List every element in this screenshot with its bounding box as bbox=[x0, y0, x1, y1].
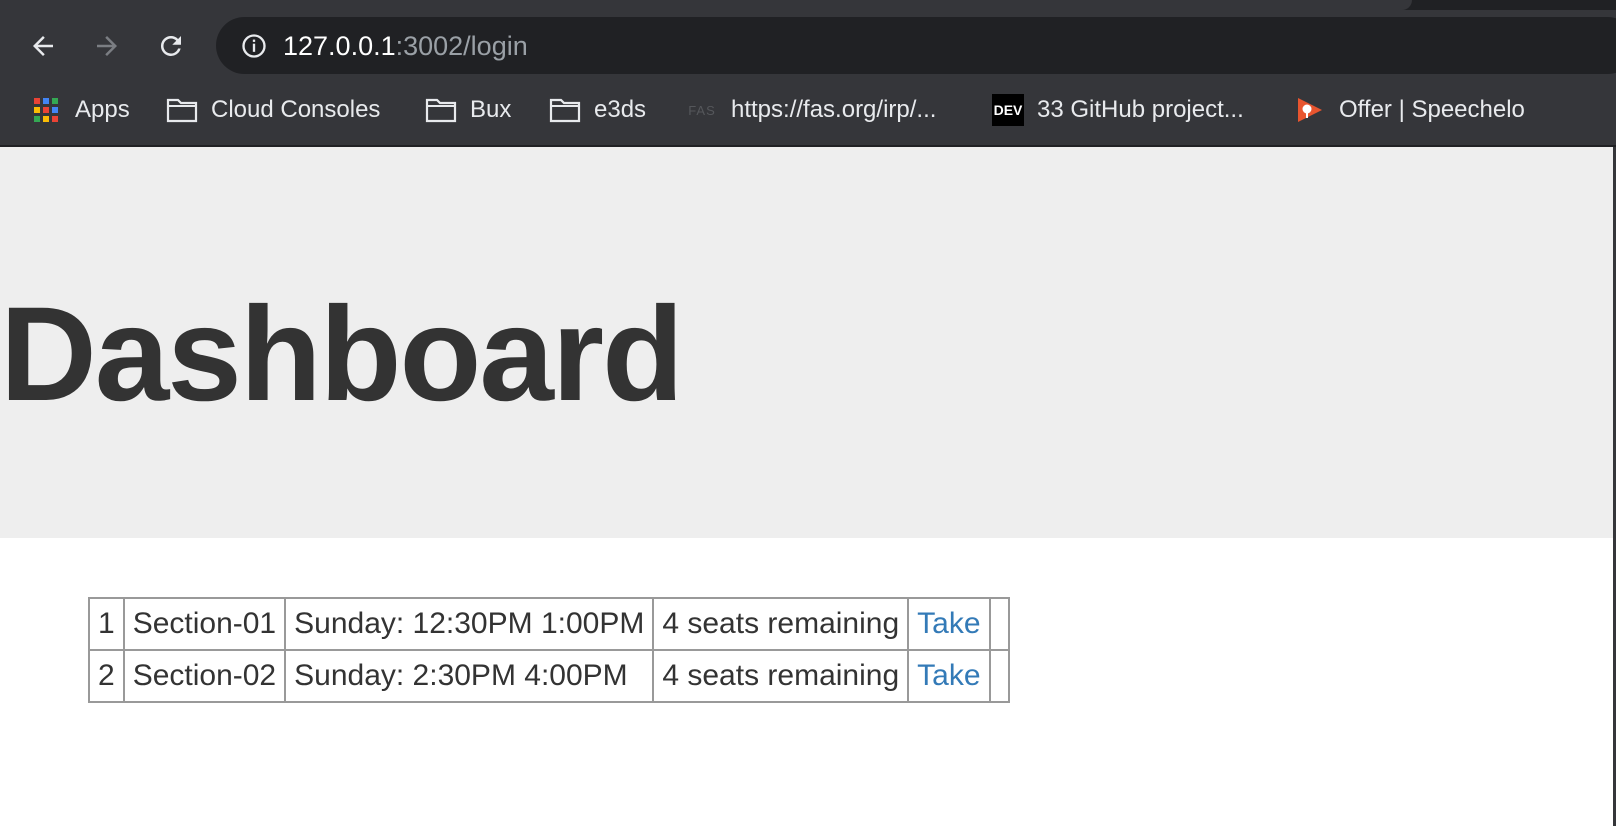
bookmark-dev[interactable]: DEV 33 GitHub project... bbox=[992, 92, 1244, 128]
address-bar[interactable]: 127.0.0.1:3002/login bbox=[216, 17, 1616, 74]
bookmark-speechelo[interactable]: Offer | Speechelo bbox=[1294, 92, 1525, 128]
bookmark-cloud-consoles[interactable]: Cloud Consoles bbox=[166, 92, 380, 128]
bookmarks-bar: Apps Cloud Consoles Bux e3ds FAS https:/… bbox=[0, 84, 1616, 136]
bookmark-label: Apps bbox=[75, 96, 130, 123]
bookmark-label: 33 GitHub project... bbox=[1037, 96, 1244, 123]
seats-remaining: 4 seats remaining bbox=[652, 649, 910, 703]
table-row: 1 Section-01 Sunday: 12:30PM 1:00PM 4 se… bbox=[88, 597, 1010, 651]
seats-remaining: 4 seats remaining bbox=[652, 597, 910, 651]
row-number: 2 bbox=[88, 649, 125, 703]
take-link[interactable]: Take bbox=[917, 659, 980, 692]
bookmark-apps[interactable]: Apps bbox=[30, 92, 130, 128]
site-info-icon[interactable] bbox=[238, 30, 270, 62]
back-button[interactable] bbox=[23, 26, 63, 66]
section-schedule: Sunday: 12:30PM 1:00PM bbox=[284, 597, 655, 651]
folder-icon bbox=[425, 94, 457, 126]
reload-icon bbox=[160, 35, 181, 56]
action-cell: Take bbox=[907, 649, 991, 703]
bookmark-label: Offer | Speechelo bbox=[1339, 96, 1525, 123]
url-host: 127.0.0.1 bbox=[283, 31, 396, 61]
url-path: :3002/login bbox=[395, 31, 528, 61]
section-name: Section-01 bbox=[122, 597, 287, 651]
url-text[interactable]: 127.0.0.1:3002/login bbox=[283, 30, 528, 62]
bookmark-bux[interactable]: Bux bbox=[425, 92, 511, 128]
bookmark-label: Bux bbox=[470, 96, 512, 123]
browser-chrome: 127.0.0.1:3002/login Apps Cloud Consoles bbox=[0, 0, 1616, 146]
bookmark-label: https://fas.org/irp/... bbox=[731, 96, 937, 123]
empty-cell bbox=[988, 649, 1010, 703]
active-tab[interactable] bbox=[0, 0, 1412, 10]
section-schedule: Sunday: 2:30PM 4:00PM bbox=[284, 649, 655, 703]
section-name: Section-02 bbox=[122, 649, 287, 703]
action-cell: Take bbox=[907, 597, 991, 651]
bookmark-fas[interactable]: FAS https://fas.org/irp/... bbox=[686, 92, 936, 128]
bookmark-e3ds[interactable]: e3ds bbox=[549, 92, 646, 128]
forward-arrow-icon bbox=[97, 36, 117, 56]
apps-grid-icon bbox=[30, 94, 62, 126]
dev-icon: DEV bbox=[992, 94, 1024, 126]
bookmark-label: e3ds bbox=[594, 96, 647, 123]
forward-button[interactable] bbox=[87, 26, 127, 66]
page-title: Dashboard bbox=[0, 280, 684, 429]
bookmark-label: Cloud Consoles bbox=[211, 96, 381, 123]
folder-icon bbox=[549, 94, 581, 126]
folder-icon bbox=[166, 94, 198, 126]
fas-icon: FAS bbox=[688, 102, 716, 118]
row-number: 1 bbox=[88, 597, 125, 651]
empty-cell bbox=[988, 597, 1010, 651]
reload-button[interactable] bbox=[151, 26, 191, 66]
back-arrow-icon bbox=[33, 36, 53, 56]
take-link[interactable]: Take bbox=[917, 607, 980, 640]
table-row: 2 Section-02 Sunday: 2:30PM 4:00PM 4 sea… bbox=[88, 649, 1010, 703]
sections-table: 1 Section-01 Sunday: 12:30PM 1:00PM 4 se… bbox=[88, 597, 1010, 703]
speechelo-icon bbox=[1294, 94, 1326, 126]
